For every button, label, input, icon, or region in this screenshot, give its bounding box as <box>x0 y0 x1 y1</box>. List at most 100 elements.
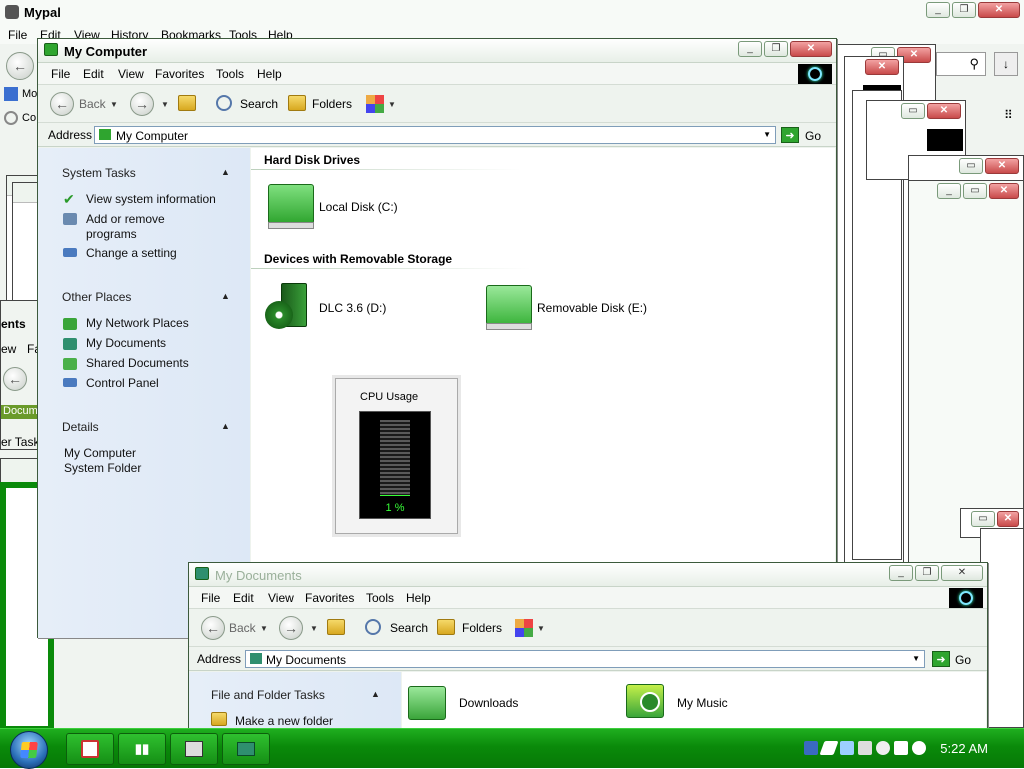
drive-d[interactable]: DLC 3.6 (D:) <box>265 283 415 331</box>
tray-display-icon[interactable] <box>858 741 872 755</box>
menu-tools[interactable]: Tools <box>366 591 394 605</box>
menu-edit[interactable]: Edit <box>83 67 104 81</box>
minimize-button[interactable]: _ <box>889 565 913 581</box>
details-header[interactable]: Details <box>62 420 99 434</box>
tray-network-icon[interactable] <box>840 741 854 755</box>
menu-view[interactable]: View <box>118 67 144 81</box>
chevron-down-icon[interactable]: ▼ <box>161 100 169 109</box>
tray-app-icon[interactable] <box>894 741 908 755</box>
taskbar-app-3[interactable] <box>170 733 218 765</box>
chevron-down-icon[interactable]: ▼ <box>388 100 396 109</box>
go-button[interactable]: Go <box>955 653 971 667</box>
menu-file[interactable]: File <box>8 28 27 42</box>
close-button[interactable]: ✕ <box>978 2 1020 18</box>
folder-my-music[interactable]: My Music <box>624 680 774 724</box>
menu-file[interactable]: File <box>201 591 220 605</box>
chevron-down-icon[interactable]: ▼ <box>110 100 118 109</box>
address-input[interactable]: My Computer ▼ <box>94 126 776 144</box>
start-button[interactable] <box>10 731 48 769</box>
task-fragment: er Task <box>1 435 40 449</box>
menu-help[interactable]: Help <box>406 591 431 605</box>
toolbar: ← Back ▼ → ▼ Search Folders ▼ <box>189 609 987 647</box>
mypal-search-box[interactable]: ⚲ <box>936 52 986 76</box>
back-label[interactable]: Back <box>229 621 256 635</box>
make-new-folder-link[interactable]: Make a new folder <box>235 714 333 729</box>
tab-label: Mo <box>22 88 38 100</box>
search-button[interactable]: Search <box>390 621 428 635</box>
system-tasks-header[interactable]: System Tasks <box>62 166 136 180</box>
back-label[interactable]: Back <box>79 97 106 111</box>
maximize-button[interactable]: ❐ <box>764 41 788 57</box>
file-folder-tasks-header[interactable]: File and Folder Tasks <box>211 688 325 702</box>
control-panel-link[interactable]: Control Panel <box>86 376 159 391</box>
folders-button[interactable]: Folders <box>462 621 502 635</box>
menubar: File Edit View Favorites Tools Help <box>189 587 987 609</box>
collapse-icon[interactable]: ▲ <box>371 689 380 699</box>
other-places-header[interactable]: Other Places <box>62 290 131 304</box>
collapse-icon[interactable]: ▲ <box>221 421 230 431</box>
menu-file[interactable]: File <box>51 67 70 81</box>
close-button[interactable]: ✕ <box>790 41 832 57</box>
chevron-down-icon[interactable]: ▼ <box>310 624 318 633</box>
drive-e[interactable]: Removable Disk (E:) <box>483 283 653 331</box>
close-button[interactable]: ✕ <box>941 565 983 581</box>
forward-icon[interactable]: → <box>130 92 154 116</box>
folders-button[interactable]: Folders <box>312 97 352 111</box>
collapse-icon[interactable]: ▲ <box>221 167 230 177</box>
go-button[interactable]: Go <box>805 129 821 143</box>
shared-documents-link[interactable]: Shared Documents <box>86 356 189 371</box>
up-folder-icon[interactable] <box>178 95 196 111</box>
drive-c[interactable]: Local Disk (C:) <box>265 182 405 230</box>
folder-label: Downloads <box>459 696 519 710</box>
taskbar-app-2[interactable]: ▮▮ <box>118 733 166 765</box>
forward-icon[interactable]: → <box>279 616 303 640</box>
change-setting-link[interactable]: Change a setting <box>86 246 177 261</box>
chevron-down-icon[interactable]: ▼ <box>537 624 545 633</box>
minimize-button[interactable]: _ <box>738 41 762 57</box>
minimize-button[interactable]: _ <box>926 2 950 18</box>
menu-tools[interactable]: Tools <box>216 67 244 81</box>
maximize-button[interactable]: ❐ <box>915 565 939 581</box>
search-icon[interactable] <box>365 619 381 635</box>
back-icon[interactable]: ← <box>6 52 34 80</box>
tray-square-icon[interactable] <box>804 741 818 755</box>
tray-update-icon[interactable] <box>876 741 890 755</box>
collapse-icon[interactable]: ▲ <box>221 291 230 301</box>
chevron-down-icon[interactable]: ▼ <box>260 624 268 633</box>
views-icon[interactable] <box>366 95 384 113</box>
back-icon[interactable]: ← <box>201 616 225 640</box>
menu-edit[interactable]: Edit <box>233 591 254 605</box>
menu-view[interactable]: View <box>268 591 294 605</box>
my-documents-link[interactable]: My Documents <box>86 336 166 351</box>
download-icon[interactable]: ↓ <box>994 52 1018 76</box>
tray-pen-icon[interactable] <box>819 741 839 755</box>
logo-icon <box>927 129 963 151</box>
search-icon[interactable] <box>216 95 232 111</box>
window-title-fragment: ents <box>1 317 26 331</box>
maximize-button[interactable]: ❐ <box>952 2 976 18</box>
address-input[interactable]: My Documents ▼ <box>245 650 925 668</box>
my-network-places-link[interactable]: My Network Places <box>86 316 189 331</box>
cpu-usage-gadget[interactable]: CPU Usage 1 % <box>335 378 458 534</box>
up-folder-icon[interactable] <box>327 619 345 635</box>
taskbar-app-4[interactable] <box>222 733 270 765</box>
folders-icon[interactable] <box>288 95 306 111</box>
back-icon[interactable]: ← <box>50 92 74 116</box>
chevron-down-icon[interactable]: ▼ <box>763 130 771 139</box>
go-arrow-icon[interactable]: ➜ <box>781 127 799 143</box>
views-icon[interactable] <box>515 619 533 637</box>
go-arrow-icon[interactable]: ➜ <box>932 651 950 667</box>
search-button[interactable]: Search <box>240 97 278 111</box>
folders-icon[interactable] <box>437 619 455 635</box>
menu-favorites[interactable]: Favorites <box>305 591 354 605</box>
folder-downloads[interactable]: Downloads <box>406 682 556 726</box>
clock[interactable]: 5:22 AM <box>940 741 988 756</box>
tray-sound-icon[interactable] <box>912 741 926 755</box>
my-documents-titlebar: My Documents _ ❐ ✕ <box>189 563 987 587</box>
view-system-information-link[interactable]: View system information <box>86 192 216 207</box>
menu-favorites[interactable]: Favorites <box>155 67 204 81</box>
taskbar-app-1[interactable] <box>66 733 114 765</box>
menu-help[interactable]: Help <box>257 67 282 81</box>
add-remove-programs-link[interactable]: Add or remove programs <box>86 212 186 242</box>
chevron-down-icon[interactable]: ▼ <box>912 654 920 663</box>
